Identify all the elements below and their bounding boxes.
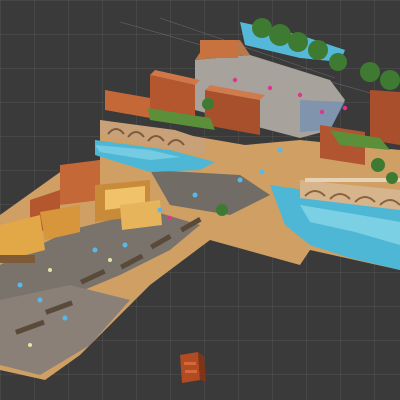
stray-crate-prop[interactable] (180, 352, 206, 383)
scene-render (0, 17, 400, 383)
scene-viewport[interactable] (0, 0, 400, 400)
